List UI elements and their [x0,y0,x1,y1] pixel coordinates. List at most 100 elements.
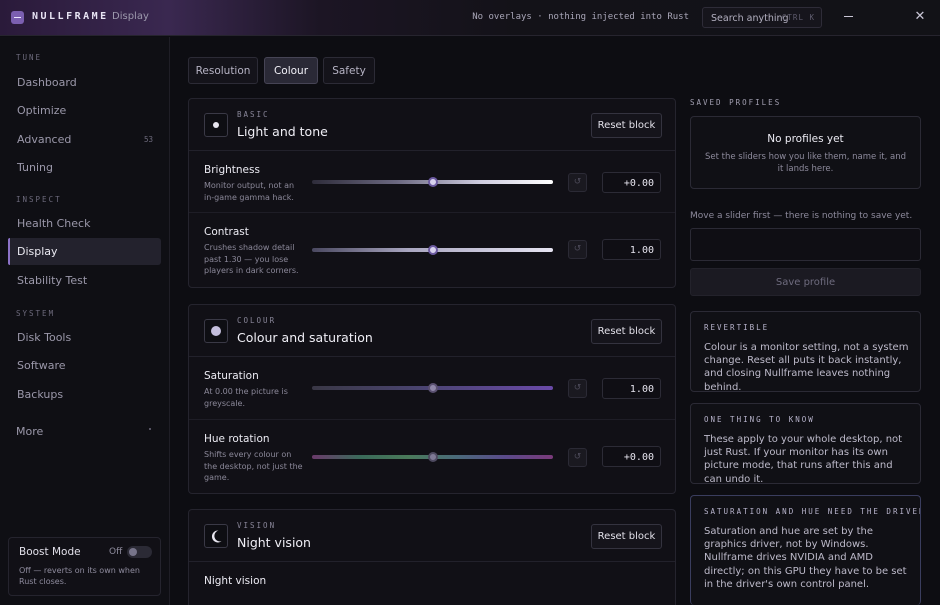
tab-label: Resolution [195,65,251,77]
hue-rotation-value-field[interactable]: +0.00 [602,446,661,467]
revertible-note: REVERTIBLE Colour is a monitor setting, … [690,311,921,392]
sidebar-item-backups[interactable]: Backups [8,381,161,408]
save-hint: Move a slider first — there is nothing t… [690,211,913,221]
brightness-value: +0.00 [623,178,654,189]
sidebar-item-label: Dashboard [17,76,77,89]
block-title: Night vision [237,535,311,550]
tab-label: Safety [332,65,366,77]
status-text: No overlays · nothing injected into Rust [472,12,689,22]
sidebar-group-inspect: INSPECT [16,195,62,204]
search-box[interactable]: Search anything CTRL K [702,7,822,28]
moon-icon [204,524,228,548]
block-title: Light and tone [237,124,328,139]
sidebar-item-label: Optimize [17,104,67,117]
tab-label: Colour [273,65,309,77]
hue-rotation-slider-thumb[interactable] [427,452,438,462]
block-header: VISION Night vision Reset block [189,510,675,562]
sidebar-group-system: SYSTEM [16,309,56,318]
reset-block-button[interactable]: Reset block [591,319,662,344]
block-header: COLOUR Colour and saturation Reset block [189,305,675,357]
profile-name-input[interactable] [690,228,921,261]
saturation-value-field[interactable]: 1.00 [602,378,661,399]
tab-resolution[interactable]: Resolution [188,57,258,84]
saturation-value: 1.00 [629,384,654,395]
block-eyebrow: BASIC [237,110,270,119]
sidebar-item-label: Tuning [17,161,54,174]
sidebar-item-dashboard[interactable]: Dashboard [8,69,161,96]
colour-dot-icon [204,319,228,343]
boost-mode-panel: Boost Mode Off Off — reverts on its own … [8,537,161,596]
contrast-label: Contrast [204,226,249,238]
sidebar-item-advanced[interactable]: Advanced 53 [8,126,161,153]
reset-block-label: Reset block [597,326,656,337]
sidebar-more-label: More [16,425,44,438]
contrast-description: Crushes shadow detail past 1.30 — you lo… [204,243,299,275]
reset-block-label: Reset block [597,531,656,542]
tab-safety[interactable]: Safety [323,57,375,84]
brightness-icon [204,113,228,137]
note-title: SATURATION AND HUE NEED THE DRIVER [704,507,921,516]
sidebar-item-display[interactable]: Display [8,238,161,265]
sidebar-item-label: Health Check [17,217,91,230]
sidebar-item-software[interactable]: Software [8,352,161,379]
hue-rotation-description: Shifts every colour on the desktop, not … [204,450,303,482]
boost-mode-state: Off [109,547,123,557]
save-profile-button[interactable]: Save profile [690,268,921,296]
hue-rotation-value: +0.00 [623,452,654,463]
sidebar-item-optimize[interactable]: Optimize [8,97,161,124]
app-brand: NULLFRAME [32,11,109,22]
sidebar-item-label: Advanced [17,133,72,146]
reset-block-button[interactable]: Reset block [591,113,662,138]
close-icon[interactable]: ✕ [913,10,927,24]
sidebar-item-label: Disk Tools [17,331,72,344]
hue-rotation-label: Hue rotation [204,433,270,445]
night-vision-row: Night vision [189,562,675,605]
one-thing-to-know-note: ONE THING TO KNOW These apply to your wh… [690,403,921,484]
sidebar-more-toggle[interactable]: More [8,418,161,445]
block-header: BASIC Light and tone Reset block [189,99,675,151]
reset-block-button[interactable]: Reset block [591,524,662,549]
sidebar-item-disk-tools[interactable]: Disk Tools [8,324,161,351]
search-label: Search anything [711,13,789,24]
contrast-value-field[interactable]: 1.00 [602,239,661,260]
title-bar: NULLFRAME Display No overlays · nothing … [0,0,940,36]
app-logo-icon [11,11,24,24]
save-profile-label: Save profile [775,277,836,288]
boost-mode-title: Boost Mode [19,546,81,558]
note-body: These apply to your whole desktop, not j… [704,434,903,484]
brightness-value-field[interactable]: +0.00 [602,172,661,193]
boost-mode-note: Off — reverts on its own when Rust close… [19,566,140,586]
saturation-description: At 0.00 the picture is greyscale. [204,387,288,408]
note-title: REVERTIBLE [704,323,770,332]
contrast-slider-thumb[interactable] [427,245,438,255]
saturation-slider-thumb[interactable] [427,383,438,393]
sidebar-item-tuning[interactable]: Tuning [8,154,161,181]
profiles-empty-state: No profiles yet Set the sliders how you … [690,116,921,189]
hue-rotation-row: Hue rotation Shifts every colour on the … [189,420,675,493]
hue-rotation-undo-icon[interactable]: ↺ [568,448,587,467]
note-title: ONE THING TO KNOW [704,415,815,424]
sidebar-item-label: Display [17,245,58,258]
note-body: Saturation and hue are set by the graphi… [704,526,907,590]
contrast-undo-icon[interactable]: ↺ [568,240,587,259]
brightness-row: Brightness Monitor output, not an in-gam… [189,151,675,213]
brightness-label: Brightness [204,164,260,176]
sidebar-item-health-check[interactable]: Health Check [8,210,161,237]
brightness-slider-thumb[interactable] [427,177,438,187]
note-body: Colour is a monitor setting, not a syste… [704,342,909,392]
minimize-icon[interactable] [844,16,853,17]
brightness-undo-icon[interactable]: ↺ [568,173,587,192]
light-and-tone-block: BASIC Light and tone Reset block Brightn… [188,98,676,288]
contrast-row: Contrast Crushes shadow detail past 1.30… [189,213,675,287]
boost-mode-toggle[interactable] [127,546,152,558]
sidebar-item-stability-test[interactable]: Stability Test [8,267,161,294]
advanced-count-badge: 53 [143,135,153,144]
reset-block-label: Reset block [597,120,656,131]
search-shortcut: CTRL K [781,13,815,22]
sidebar-group-tune: TUNE [16,53,43,62]
profiles-empty-title: No profiles yet [767,133,844,145]
saturation-undo-icon[interactable]: ↺ [568,379,587,398]
profiles-empty-description: Set the sliders how you like them, name … [704,152,907,174]
sidebar-item-label: Backups [17,388,64,401]
tab-colour[interactable]: Colour [264,57,318,84]
